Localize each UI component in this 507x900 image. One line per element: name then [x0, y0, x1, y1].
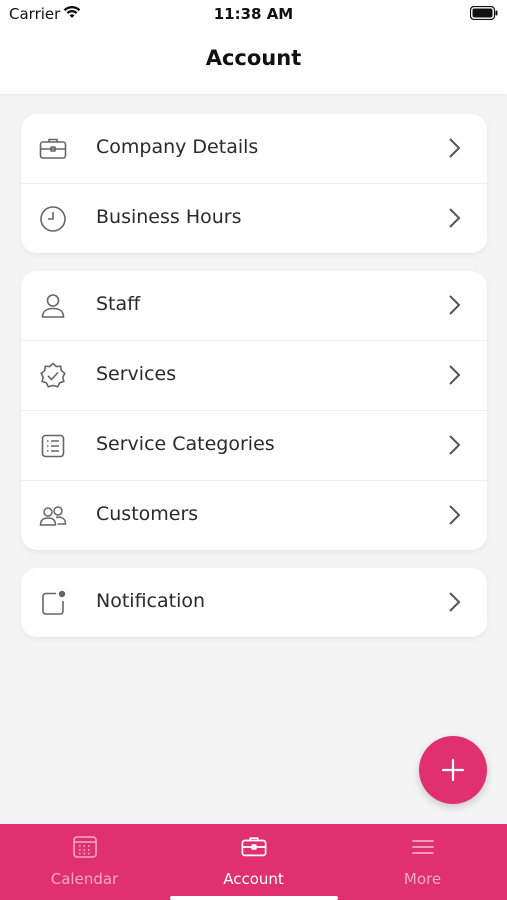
- calendar-icon: [73, 836, 97, 858]
- row-label-company-details: Company Details: [96, 136, 259, 158]
- briefcase-icon: [241, 837, 267, 857]
- chevron-right-icon: [449, 592, 461, 612]
- briefcase-icon: [39, 138, 67, 159]
- chevron-right-icon: [449, 435, 461, 455]
- account-card-business: Company Details Business Hours: [21, 114, 487, 253]
- row-label-customers: Customers: [96, 503, 199, 525]
- row-label-services: Services: [96, 363, 177, 385]
- tab-label-more: More: [403, 870, 442, 888]
- battery-icon: [470, 6, 498, 20]
- tab-calendar[interactable]: Calendar: [0, 824, 169, 900]
- account-card-notifications: Notification: [21, 568, 487, 637]
- row-label-service-categories: Service Categories: [96, 433, 275, 455]
- chevron-right-icon: [449, 505, 461, 525]
- row-label-business-hours: Business Hours: [96, 206, 242, 228]
- plus-icon: [442, 759, 464, 781]
- list-icon: [41, 434, 65, 458]
- account-card-people: Staff Services Service Categories Custom…: [21, 271, 487, 550]
- nav-header: Account: [0, 28, 507, 94]
- page-title: Account: [205, 46, 302, 70]
- verified-badge-icon: [40, 362, 66, 388]
- row-label-notification: Notification: [96, 590, 206, 612]
- row-notification[interactable]: Notification: [21, 568, 487, 637]
- tab-more[interactable]: More: [338, 824, 507, 900]
- row-staff[interactable]: Staff: [21, 271, 487, 341]
- clock-icon: [40, 206, 66, 232]
- row-customers[interactable]: Customers: [21, 481, 487, 550]
- tab-bar: Calendar Account More: [0, 824, 507, 900]
- add-button[interactable]: [419, 736, 487, 804]
- tab-label-calendar: Calendar: [50, 870, 119, 888]
- chevron-right-icon: [449, 138, 461, 158]
- row-company-details[interactable]: Company Details: [21, 114, 487, 184]
- row-services[interactable]: Services: [21, 341, 487, 411]
- chevron-right-icon: [449, 295, 461, 315]
- people-icon: [39, 506, 67, 526]
- notification-icon: [42, 590, 66, 615]
- row-service-categories[interactable]: Service Categories: [21, 411, 487, 481]
- chevron-right-icon: [449, 365, 461, 385]
- row-label-staff: Staff: [96, 293, 141, 315]
- menu-icon: [412, 840, 434, 854]
- status-bar: Carrier 11:38 AM: [0, 0, 507, 28]
- row-business-hours[interactable]: Business Hours: [21, 184, 487, 253]
- person-icon: [41, 294, 65, 318]
- chevron-right-icon: [449, 208, 461, 228]
- tab-account[interactable]: Account: [169, 824, 338, 900]
- tab-label-account: Account: [223, 870, 284, 888]
- status-time: 11:38 AM: [213, 5, 294, 23]
- home-indicator: [170, 896, 338, 900]
